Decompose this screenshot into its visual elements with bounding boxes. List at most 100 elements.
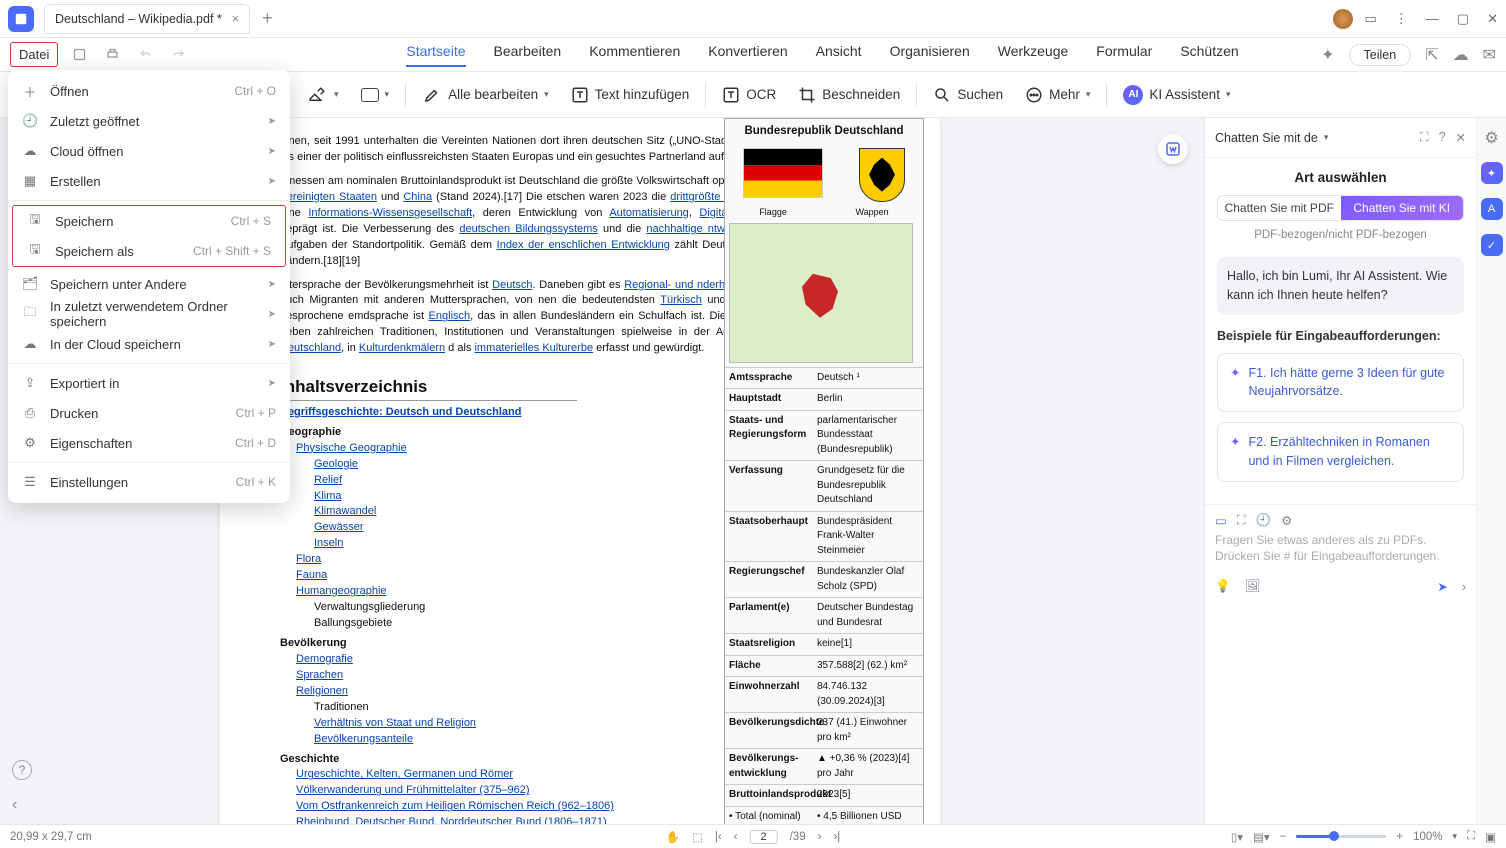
ai-help-icon[interactable]: ? (1439, 130, 1446, 145)
ai-close-icon[interactable]: ✕ (1456, 130, 1466, 145)
new-tab-button[interactable]: + (262, 8, 273, 29)
window-close-icon[interactable]: ✕ (1487, 11, 1498, 27)
last-page-icon[interactable]: ›| (833, 831, 840, 843)
page-input[interactable]: 2 (750, 830, 778, 844)
tab-close-icon[interactable]: × (232, 12, 239, 26)
tab-kommentieren[interactable]: Kommentieren (589, 43, 680, 67)
tab-ansicht[interactable]: Ansicht (816, 43, 862, 67)
ai-example-2[interactable]: ✦F2. Erzähltechniken in Romanen und in F… (1217, 422, 1464, 482)
search-tool[interactable]: Suchen (927, 82, 1009, 108)
prev-page-icon[interactable]: ‹ (734, 831, 738, 843)
menu-recent[interactable]: 🕘Zuletzt geöffnet➤ (8, 106, 290, 136)
menu-export[interactable]: ⇪Exportiert in➤ (8, 368, 290, 398)
infobox-row: Parlament(e)Deutscher Bundestag und Bund… (725, 597, 923, 633)
seg-pdf[interactable]: Chatten Sie mit PDF (1218, 196, 1341, 220)
menu-properties[interactable]: ⚙EigenschaftenCtrl + D (8, 428, 290, 458)
help-icon[interactable]: ? (12, 760, 32, 780)
seg-ki[interactable]: Chatten Sie mit KI (1341, 196, 1464, 220)
share-button[interactable]: Teilen (1349, 44, 1412, 66)
rail-ai-icon[interactable]: ✦ (1481, 162, 1503, 184)
ai-expand-icon[interactable]: ⛶ (1420, 130, 1429, 145)
hand-tool-icon[interactable]: ✋ (666, 830, 680, 844)
menu-save-other[interactable]: 🗂Speichern unter Andere➤ (8, 269, 290, 299)
ai-mode-dropdown[interactable]: Chatten Sie mit de▾ (1215, 131, 1328, 145)
convert-word-floating-icon[interactable] (1158, 134, 1188, 164)
fit-width-icon[interactable]: ⛶ (1467, 830, 1475, 843)
redo-icon[interactable] (171, 47, 186, 62)
main-tabs: Startseite Bearbeiten Kommentieren Konve… (406, 43, 1238, 67)
history-icon[interactable]: 🕘 (1256, 513, 1272, 528)
settings-icon[interactable]: ⚙ (1281, 513, 1292, 528)
window-maximize-icon[interactable]: ▢ (1457, 11, 1469, 27)
edit-all-tool[interactable]: Alle bearbeiten▾ (416, 82, 555, 108)
more-tools[interactable]: Mehr▾ (1019, 82, 1096, 108)
zoom-slider[interactable] (1296, 835, 1386, 838)
first-page-icon[interactable]: |‹ (715, 831, 722, 843)
link-icon[interactable]: ⇱ (1425, 45, 1438, 65)
fullscreen-icon[interactable]: ▣ (1485, 830, 1496, 844)
menu-cloud-open[interactable]: ☁Cloud öffnen➤ (8, 136, 290, 166)
crop-tool[interactable]: Beschneiden (792, 82, 906, 108)
view-single-icon[interactable]: ▯▾ (1231, 830, 1243, 844)
undo-icon[interactable] (138, 47, 153, 62)
bulb-icon[interactable]: ✦ (1321, 45, 1334, 65)
tab-schuetzen[interactable]: Schützen (1180, 43, 1238, 67)
menu-save-as[interactable]: 🖫Speichern alsCtrl + Shift + S (13, 236, 285, 266)
notifications-icon[interactable]: ▭ (1365, 11, 1377, 27)
tab-startseite[interactable]: Startseite (406, 43, 465, 67)
rail-translate-icon[interactable]: A (1481, 198, 1503, 220)
highlighter-tool[interactable]: ▾ (300, 82, 345, 108)
send-icon[interactable]: ➤ (1437, 579, 1447, 594)
file-menu-button[interactable]: Datei (10, 42, 58, 67)
cloud-upload-icon[interactable]: ☁ (1453, 45, 1469, 65)
infobox-row: Bevölkerungs-entwicklung▲ +0,36 % (2023)… (725, 748, 923, 784)
menu-create[interactable]: ▦Erstellen➤ (8, 166, 290, 196)
menu-save-recent-folder[interactable]: 🗀In zuletzt verwendetem Ordner speichern… (8, 299, 290, 329)
ai-input-placeholder[interactable]: Fragen Sie etwas anderes als zu PDFs. Dr… (1215, 532, 1466, 566)
save-icon[interactable] (72, 47, 87, 62)
ai-mode-label: PDF-bezogen/nicht PDF-bezogen (1217, 229, 1464, 241)
zoom-in-icon[interactable]: + (1396, 831, 1403, 843)
menu-open[interactable]: ＋ÖffnenCtrl + O (8, 76, 290, 106)
select-tool-icon[interactable]: ⬚ (692, 830, 703, 844)
next-page-icon[interactable]: › (818, 831, 822, 843)
tab-werkzeuge[interactable]: Werkzeuge (998, 43, 1069, 67)
menu-save-cloud[interactable]: ☁In der Cloud speichern➤ (8, 329, 290, 359)
app-logo (8, 6, 34, 32)
screenshot-icon[interactable]: ⛶ (1237, 513, 1246, 528)
menu-settings[interactable]: ☰EinstellungenCtrl + K (8, 467, 290, 497)
print-icon[interactable] (105, 47, 120, 62)
view-scroll-icon[interactable]: ▤▾ (1253, 830, 1270, 844)
add-text-tool[interactable]: Text hinzufügen (565, 82, 696, 108)
document-tab[interactable]: Deutschland – Wikipedia.pdf * × (44, 4, 250, 34)
kebab-menu-icon[interactable]: ⋮ (1395, 11, 1408, 27)
infobox-row: Staats- und Regierungsformparlamentarisc… (725, 410, 923, 461)
expand-icon[interactable]: › (1462, 580, 1466, 594)
rail-tune-icon[interactable]: ⚙ (1484, 128, 1498, 148)
tab-formular[interactable]: Formular (1096, 43, 1152, 67)
zoom-value[interactable]: 100% (1413, 831, 1442, 843)
attach-pdf-icon[interactable]: ▭ (1215, 513, 1227, 528)
collapse-sidebar-icon[interactable]: ‹ (12, 796, 17, 814)
menu-print[interactable]: ⎙DruckenCtrl + P (8, 398, 290, 428)
ai-example-1[interactable]: ✦F1. Ich hätte gerne 3 Ideen für gute Ne… (1217, 353, 1464, 413)
infobox-row: StaatsoberhauptBundespräsident Frank-Wal… (725, 511, 923, 562)
infobox-row: Bevölkerungsdichte237 (41.) Einwohner pr… (725, 712, 923, 748)
shape-tool[interactable]: ▾ (355, 84, 396, 106)
ocr-tool[interactable]: OCR (716, 82, 782, 108)
infobox-row: AmtsspracheDeutsch ¹ (725, 367, 923, 389)
ai-assistant-button[interactable]: AIKI Assistent▾ (1117, 81, 1236, 109)
tab-bearbeiten[interactable]: Bearbeiten (494, 43, 562, 67)
tab-organisieren[interactable]: Organisieren (890, 43, 970, 67)
user-avatar[interactable] (1333, 9, 1353, 29)
ai-type-segment[interactable]: Chatten Sie mit PDF Chatten Sie mit KI (1217, 195, 1464, 221)
zoom-out-icon[interactable]: − (1280, 831, 1287, 843)
image-icon[interactable]: 🖼 (1245, 579, 1261, 594)
tab-konvertieren[interactable]: Konvertieren (708, 43, 787, 67)
wiki-infobox: Bundesrepublik Deutschland FlaggeWappen … (724, 118, 924, 824)
window-minimize-icon[interactable]: — (1426, 11, 1439, 26)
mail-icon[interactable]: ✉ (1483, 45, 1496, 65)
menu-save[interactable]: 🖫SpeichernCtrl + S (13, 206, 285, 236)
rail-check-icon[interactable]: ✓ (1481, 234, 1503, 256)
bulb-icon[interactable]: 💡 (1215, 579, 1231, 594)
